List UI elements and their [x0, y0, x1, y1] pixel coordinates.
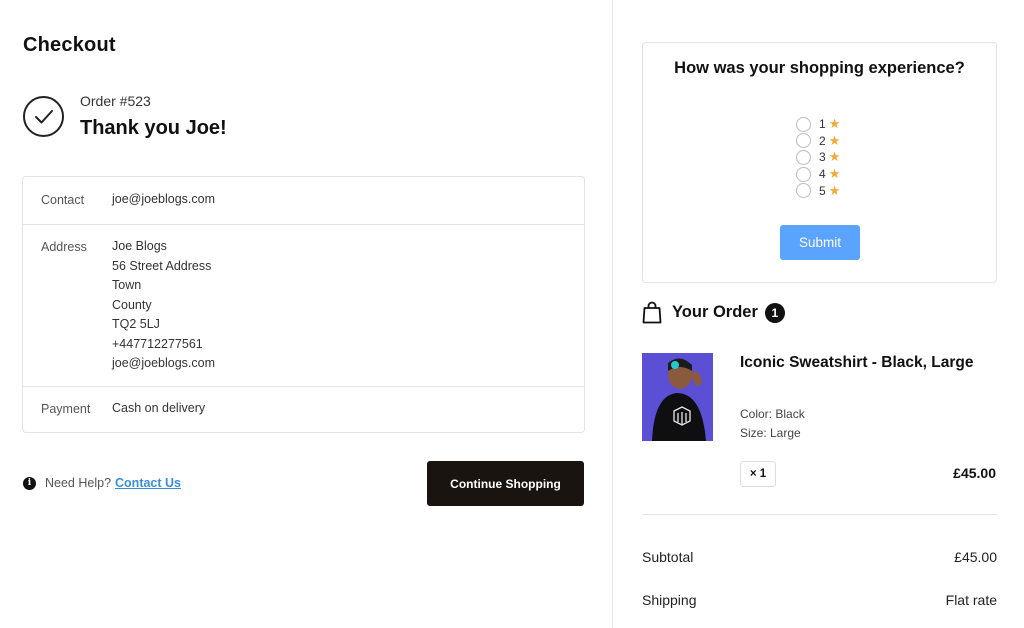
order-count-badge: 1 [764, 302, 785, 323]
check-icon [23, 96, 64, 137]
address-row: Address Joe Blogs 56 Street Address Town… [23, 224, 584, 386]
thank-you-heading: Thank you Joe! [80, 117, 227, 139]
address-line: 56 Street Address [112, 258, 212, 273]
address-label: Address [41, 240, 87, 254]
item-price: £45.00 [953, 465, 996, 481]
info-icon: i [23, 476, 36, 490]
rating-radio[interactable] [796, 116, 811, 132]
star-icon: ★ [828, 132, 841, 148]
rating-options: 1 ★ 2 ★ 3 ★ 4 ★ 5 ★ [796, 116, 840, 199]
contact-us-link[interactable]: Contact Us [115, 476, 181, 490]
payment-row: Payment Cash on delivery [23, 386, 584, 432]
continue-shopping-button[interactable]: Continue Shopping [427, 461, 584, 506]
star-icon: ★ [828, 182, 841, 198]
experience-survey: How was your shopping experience? 1 ★ 2 … [642, 42, 997, 283]
your-order-heading: Your Order 1 [642, 301, 785, 324]
rating-value: 4 [819, 167, 826, 182]
shipping-value: Flat rate [945, 592, 997, 608]
address-line: Town [112, 278, 142, 292]
quantity-badge: × 1 [740, 461, 776, 487]
address-line: joe@joeblogs.com [112, 356, 216, 370]
order-summary-panel: How was your shopping experience? 1 ★ 2 … [613, 0, 1024, 628]
address-line: Joe Blogs [112, 239, 167, 253]
rating-value: 2 [819, 133, 826, 148]
product-name: Iconic Sweatshirt - Black, Large [740, 354, 974, 371]
rating-option-2[interactable]: 2 ★ [796, 133, 840, 150]
checkout-panel: Checkout Order #523 Thank you Joe! Conta… [0, 0, 612, 628]
order-number: Order #523 [80, 93, 151, 109]
survey-question: How was your shopping experience? [674, 59, 965, 77]
rating-radio[interactable] [796, 183, 811, 199]
rating-option-4[interactable]: 4 ★ [796, 166, 840, 183]
address-line: County [112, 297, 152, 312]
rating-radio[interactable] [796, 166, 811, 182]
help-text: Need Help? [45, 476, 112, 490]
star-icon: ★ [828, 166, 841, 182]
rating-radio[interactable] [796, 149, 811, 165]
product-size: Size: Large [740, 426, 801, 440]
summary-divider [642, 514, 997, 515]
shipping-label: Shipping [642, 592, 697, 608]
rating-option-5[interactable]: 5 ★ [796, 182, 840, 199]
shopping-bag-icon [642, 301, 662, 324]
product-color: Color: Black [740, 407, 805, 421]
rating-value: 1 [819, 117, 826, 132]
your-order-title: Your Order [672, 303, 758, 321]
contact-row: Contact joe@joeblogs.com [23, 177, 584, 224]
order-info-box: Contact joe@joeblogs.com Address Joe Blo… [22, 176, 585, 433]
survey-submit-button[interactable]: Submit [780, 225, 860, 260]
subtotal-label: Subtotal [642, 549, 694, 565]
payment-value: Cash on delivery [112, 401, 206, 415]
product-image [642, 353, 713, 441]
rating-radio[interactable] [796, 133, 811, 149]
star-icon: ★ [828, 116, 841, 132]
star-icon: ★ [828, 149, 841, 165]
rating-value: 5 [819, 183, 826, 198]
contact-value: joe@joeblogs.com [112, 192, 216, 206]
address-value: Joe Blogs 56 Street Address Town County … [112, 237, 215, 374]
address-line: +447712277561 [112, 336, 203, 351]
payment-label: Payment [41, 402, 91, 416]
rating-option-1[interactable]: 1 ★ [796, 116, 840, 133]
subtotal-value: £45.00 [954, 549, 997, 565]
contact-label: Contact [41, 193, 85, 207]
rating-value: 3 [819, 150, 826, 165]
page-title: Checkout [23, 34, 116, 56]
address-line: TQ2 5LJ [112, 317, 160, 331]
rating-option-3[interactable]: 3 ★ [796, 149, 840, 166]
help-section: i Need Help? Contact Us [23, 476, 181, 490]
